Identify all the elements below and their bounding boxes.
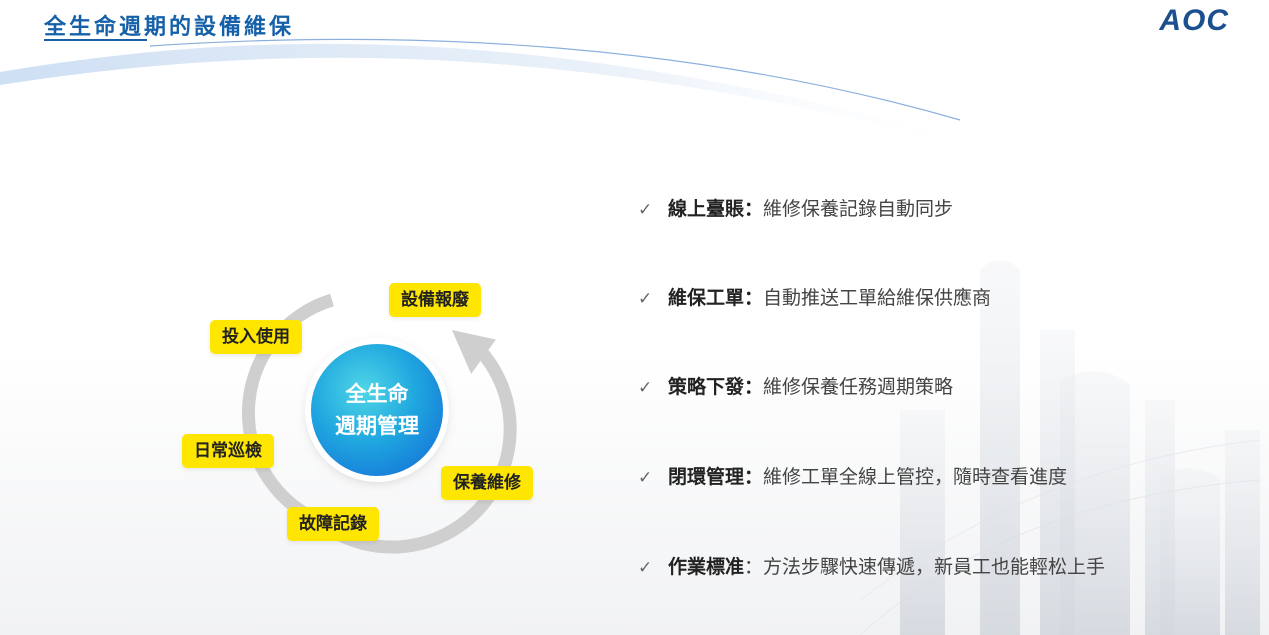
feature-item: ✓ 策略下發：維修保養任務週期策略: [638, 372, 953, 402]
feature-term: 閉環管理: [668, 466, 745, 488]
feature-sep: ：: [744, 376, 764, 398]
feature-desc: 方法步驟快速傳遞，新員工也能輕松上手: [763, 556, 1106, 578]
feature-term: 作業標准: [668, 556, 745, 578]
center-text-line2: 週期管理: [335, 414, 419, 438]
stage-tag-inspection: 日常巡檢: [182, 434, 274, 468]
check-icon: ✓: [638, 378, 653, 398]
stage-tag-scrap: 設備報廢: [389, 283, 481, 317]
feature-sep: ：: [744, 287, 764, 309]
feature-sep: ：: [744, 198, 764, 220]
check-icon: ✓: [638, 289, 653, 309]
center-text-line1: 全生命: [345, 382, 409, 406]
check-icon: ✓: [638, 200, 653, 220]
feature-desc: 維修保養任務週期策略: [763, 376, 954, 398]
cycle-arrows: [241, 293, 517, 554]
feature-desc: 自動推送工單給維保供應商: [763, 287, 992, 309]
feature-desc: 維修工單全線上管控，隨時查看進度: [763, 466, 1068, 488]
feature-item: ✓ 作業標准：方法步驟快速傳遞，新員工也能輕松上手: [638, 552, 1105, 582]
feature-term: 維保工單: [668, 287, 745, 309]
check-icon: ✓: [638, 468, 653, 488]
check-icon: ✓: [638, 558, 653, 578]
feature-sep: ：: [744, 466, 764, 488]
feature-sep: ：: [744, 556, 764, 578]
lifecycle-center-circle: 全生命 週期管理: [311, 344, 443, 476]
stage-tag-deploy: 投入使用: [210, 320, 302, 354]
feature-item: ✓ 維保工單：自動推送工單給維保供應商: [638, 283, 991, 313]
stage-tag-maintenance: 保養維修: [441, 466, 533, 500]
feature-desc: 維修保養記錄自動同步: [763, 198, 954, 220]
feature-term: 線上臺賬: [668, 198, 745, 220]
stage-tag-fault-record: 故障記錄: [287, 507, 379, 541]
feature-item: ✓ 閉環管理：維修工單全線上管控，隨時查看進度: [638, 462, 1067, 492]
feature-item: ✓ 線上臺賬：維修保養記錄自動同步: [638, 194, 953, 224]
feature-term: 策略下發: [668, 376, 745, 398]
